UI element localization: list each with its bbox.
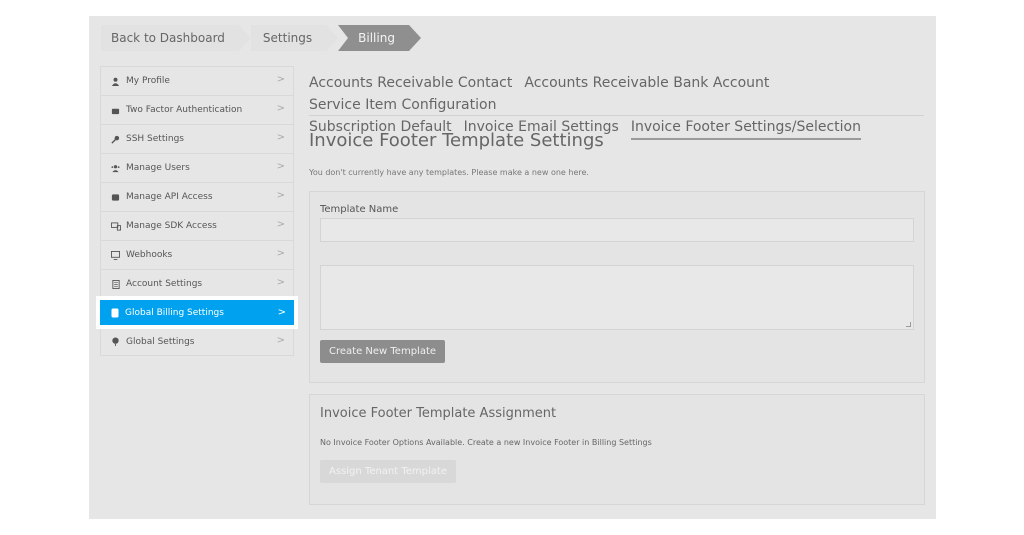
person-icon (110, 76, 121, 87)
tab-invoice-footer-settings[interactable]: Invoice Footer Settings/Selection (630, 116, 861, 140)
sidebar-item-two-factor[interactable]: Two Factor Authentication > (100, 95, 294, 124)
resize-handle-icon[interactable] (906, 322, 911, 327)
sidebar-item-ssh-settings[interactable]: SSH Settings > (100, 124, 294, 153)
create-new-template-button[interactable]: Create New Template (320, 340, 446, 363)
chevron-right-icon: > (276, 335, 285, 346)
api-icon (110, 192, 121, 203)
devices-icon (110, 221, 121, 232)
phone-icon (110, 105, 121, 116)
sidebar-item-global-settings[interactable]: Global Settings > (100, 327, 294, 356)
assignment-title: Invoice Footer Template Assignment (320, 406, 557, 421)
empty-templates-notice: You don't currently have any templates. … (309, 168, 589, 177)
template-name-input[interactable] (320, 218, 914, 242)
sidebar-item-label: Webhooks (126, 250, 173, 260)
document-icon (110, 279, 121, 290)
chevron-right-icon: > (276, 219, 285, 230)
page-title: Invoice Footer Template Settings (309, 130, 604, 151)
breadcrumb: Back to Dashboard Settings Billing (101, 25, 421, 51)
tab-accounts-receivable-contact[interactable]: Accounts Receivable Contact (309, 72, 512, 94)
sidebar-item-label: My Profile (126, 76, 170, 86)
app-window: Back to Dashboard Settings Billing My Pr… (89, 16, 936, 519)
monitor-icon (110, 250, 121, 261)
chevron-right-icon: > (276, 190, 285, 201)
chevron-right-icon: > (276, 132, 285, 143)
key-icon (110, 134, 121, 145)
assign-tenant-template-button[interactable]: Assign Tenant Template (320, 460, 456, 483)
sidebar-item-label: Two Factor Authentication (126, 105, 243, 115)
template-name-label: Template Name (320, 204, 399, 215)
sidebar-item-global-billing-settings[interactable]: Global Billing Settings > (96, 296, 298, 329)
settings-sidebar: My Profile > Two Factor Authentication >… (96, 66, 298, 356)
sidebar-item-manage-api-access[interactable]: Manage API Access > (100, 182, 294, 211)
chevron-right-icon: > (276, 103, 285, 114)
users-icon (110, 163, 121, 174)
breadcrumb-billing: Billing (338, 25, 421, 51)
billing-icon (109, 307, 120, 318)
chevron-right-icon: > (277, 307, 286, 318)
chevron-right-icon: > (276, 277, 285, 288)
template-assignment-panel: Invoice Footer Template Assignment No In… (309, 394, 925, 505)
template-settings-panel: Template Name Create New Template (309, 191, 925, 383)
breadcrumb-back-to-dashboard[interactable]: Back to Dashboard (101, 25, 251, 51)
sidebar-item-label: Global Billing Settings (125, 307, 224, 318)
tab-service-item-configuration[interactable]: Service Item Configuration (309, 94, 496, 116)
assignment-message: No Invoice Footer Options Available. Cre… (320, 438, 652, 447)
sidebar-item-manage-users[interactable]: Manage Users > (100, 153, 294, 182)
sidebar-item-manage-sdk-access[interactable]: Manage SDK Access > (100, 211, 294, 240)
sidebar-item-label: Global Settings (126, 336, 195, 347)
chevron-right-icon: > (276, 248, 285, 259)
sidebar-item-my-profile[interactable]: My Profile > (100, 66, 294, 95)
tab-accounts-receivable-bank-account[interactable]: Accounts Receivable Bank Account (524, 72, 769, 94)
chevron-right-icon: > (276, 161, 285, 172)
chevron-right-icon: > (276, 74, 285, 85)
tabs-divider (309, 115, 924, 116)
globe-icon (110, 336, 121, 347)
template-body-textarea[interactable] (320, 265, 914, 330)
sidebar-item-label: Manage Users (126, 163, 190, 173)
breadcrumb-settings[interactable]: Settings (250, 25, 339, 51)
sidebar-item-webhooks[interactable]: Webhooks > (100, 240, 294, 269)
sidebar-item-account-settings[interactable]: Account Settings > (100, 269, 294, 298)
sidebar-item-label: SSH Settings (126, 134, 184, 144)
sidebar-item-label: Account Settings (126, 279, 203, 289)
sidebar-item-label: Manage API Access (126, 192, 213, 202)
sidebar-item-label: Manage SDK Access (126, 221, 217, 231)
